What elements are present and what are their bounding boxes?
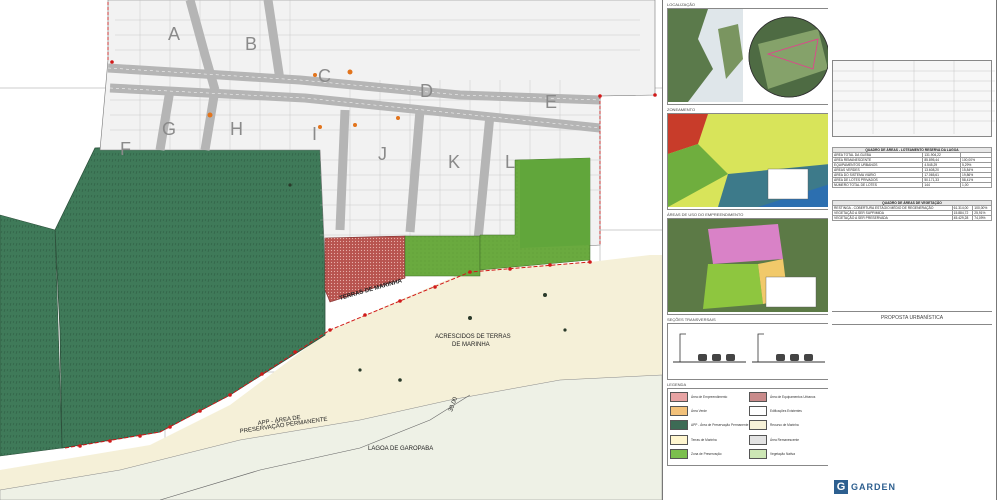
tables-panel: QUADRO DE ÁREAS - LOTEAMENTO RESERVA DA … (828, 0, 997, 500)
legend-swatch (749, 420, 767, 431)
drawing-sheet: A B C D E F G H I J K L TERRAS DE MARINH… (0, 0, 1000, 500)
location-map-box (667, 8, 831, 105)
green-area-3 (520, 158, 590, 248)
use-map (668, 219, 830, 312)
block-letter: K (448, 152, 460, 172)
sections-title: SEÇÕES TRANSVERSAIS (667, 317, 716, 322)
location-maps (668, 9, 830, 102)
block-letter: H (230, 119, 243, 139)
acrescidos-label-1: ACRESCIDOS DE TERRAS (435, 334, 511, 340)
legend-item: Área de Equipamentos Urbanos (749, 391, 828, 402)
site-plan: A B C D E F G H I J K L TERRAS DE MARINH… (0, 0, 662, 500)
legend-swatch (670, 391, 688, 402)
lagoon-label: LAGOA DE GAROPABA (368, 446, 433, 452)
legend-item: Recurso de Marinha (749, 420, 828, 431)
green-area-1 (404, 235, 481, 277)
legend-item: Zona de Preservação (670, 449, 749, 460)
vegetation-table: QUADRO DE ÁREAS DE VEGETAÇÃO RESTINGA - … (832, 200, 992, 221)
acrescidos-label-2: DE MARINHA (452, 342, 490, 348)
app-zone-west (0, 214, 63, 457)
block-letter: E (545, 92, 557, 112)
block-letter: C (318, 66, 331, 86)
legend-item: Terras de Marinha (670, 434, 749, 445)
legend-swatch (749, 391, 767, 402)
logo-mark: G (834, 480, 848, 494)
zoning-map (668, 114, 830, 207)
logo-text: GARDEN (851, 482, 897, 492)
legend: Área de Empreendimento Área de Equipamen… (667, 388, 831, 466)
table-row: NÚMERO TOTAL DE LOTES 144 1,00 (831, 182, 992, 188)
legend-item: Área Remanescente (749, 434, 828, 445)
use-title: ÁREAS DE USO DO EMPREENDIMENTO (667, 212, 744, 217)
legend-swatch (670, 449, 688, 460)
legend-item: Vegetação Nativa (749, 449, 828, 460)
legend-item: Área Verde (670, 405, 749, 416)
legend-swatch (670, 405, 688, 416)
block-letter: A (168, 24, 180, 44)
legend-item: Área de Empreendimento (670, 391, 749, 402)
road-sections (673, 333, 825, 363)
table-row: VEGETAÇÃO A SER PRESERVADA 45.429,28 74,09… (832, 215, 992, 221)
block-letter: D (420, 81, 433, 101)
legend-swatch (670, 434, 688, 445)
sections-box (667, 323, 831, 380)
zoning-title: ZONEAMENTO (667, 107, 696, 112)
block-letter: F (120, 139, 131, 159)
area-table: QUADRO DE ÁREAS - LOTEAMENTO RESERVA DA … (831, 147, 992, 188)
legend-swatch (749, 434, 767, 445)
use-map-box (667, 218, 831, 315)
drawing-title: PROPOSTA URBANÍSTICA (832, 311, 992, 325)
block-letter: L (505, 152, 515, 172)
legend-swatch (749, 449, 767, 460)
location-title: LOCALIZAÇÃO (667, 2, 696, 7)
legend-item: Edificações Existentes (749, 405, 828, 416)
block-letter: I (312, 124, 317, 144)
table-row: RESTINGA - COBERTURA ESTÁGIO MÉDIO DE RE… (832, 205, 992, 211)
maps-legend-panel: LOCALIZAÇÃO ZONEAMENTO ÁREAS DE USO DO E… (662, 0, 836, 500)
legend-title: LEGENDA (667, 382, 687, 387)
lot-table-grid (833, 61, 995, 134)
company-logo: G GARDEN (834, 480, 896, 494)
block-letter: G (162, 119, 176, 139)
legend-item: APP - Área de Preservação Permanente (670, 420, 749, 431)
zoning-map-box (667, 113, 831, 210)
legend-swatch (670, 420, 688, 431)
legend-swatch (749, 405, 767, 416)
block-letter: J (378, 144, 387, 164)
block-letter: B (245, 34, 257, 54)
lot-table-box (832, 60, 995, 137)
header-space (828, 0, 996, 60)
